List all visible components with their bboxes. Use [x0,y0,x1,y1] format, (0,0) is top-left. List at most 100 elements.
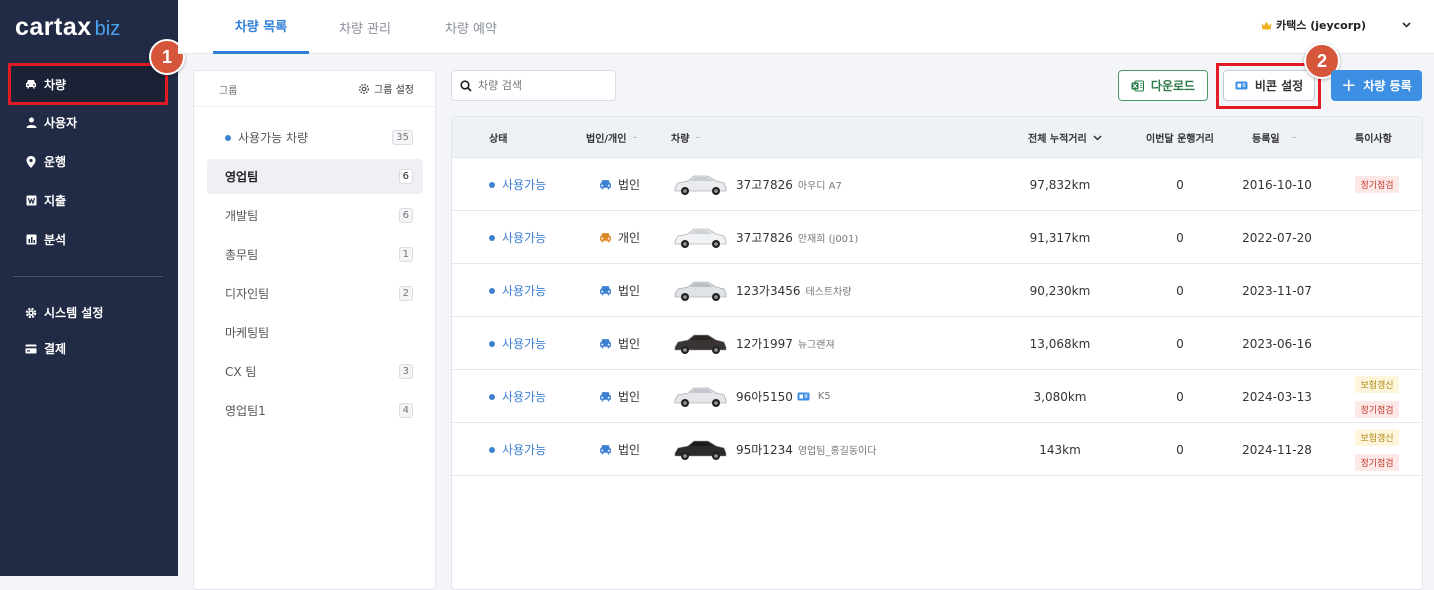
gear-icon [358,83,370,95]
table-row[interactable]: 사용가능 법인 12가1997 뉴그랜져 13,068km 0 2023-06-16 [452,317,1422,370]
chart-icon [25,234,37,246]
vehicle-cell[interactable]: 95마1234 영업팀_홍길동이다 [672,423,876,476]
status-cell: 사용가능 [489,211,546,264]
user-menu[interactable]: 카택스 (jeycorp) [1261,17,1411,33]
date-text: 2023-11-07 [1242,283,1312,298]
sidebar-item-vehicles[interactable]: 차량 [8,63,168,105]
col-registered[interactable]: 등록일 – [1252,117,1297,158]
vehicle-search[interactable] [451,70,616,101]
col-mileage[interactable]: 전체 누적거리 [1028,117,1102,158]
sidebar-item-label: 사용자 [44,116,78,130]
car-icon [599,391,612,402]
col-ownership[interactable]: 법인/개인 – [586,117,637,158]
excel-icon [1131,80,1144,92]
ownership-text: 법인 [618,390,641,404]
plate-number: 96아5150 [736,390,793,404]
car-icon [599,232,612,243]
tab-vehicle-management[interactable]: 차량 관리 [324,0,406,54]
table-row[interactable]: 사용가능 법인 96아5150 K5 3,080km 0 2024-03-13 보험갱신 정기점… [452,370,1422,423]
table-row[interactable]: 사용가능 개인 37고7826 안재희 (j001) 91,317km 0 2022-07-… [452,211,1422,264]
car-photo [672,226,728,250]
vehicle-cell[interactable]: 96아5150 K5 [672,370,831,423]
group-panel-header: 그룹 그룹 설정 [194,71,435,107]
card-icon [25,343,37,355]
sidebar-item-analytics[interactable]: 분석 [0,220,178,259]
col-notes: 특이사항 [1355,117,1392,158]
group-settings-button[interactable]: 그룹 설정 [358,81,414,96]
sort-icon: – [1291,132,1297,143]
receipt-icon [25,195,37,207]
beacon-settings-button[interactable]: 비콘 설정 [1223,70,1315,101]
table-row[interactable]: 사용가능 법인 37고7826 아우디 A7 97,832km 0 2016-10-10 정기… [452,158,1422,211]
col-label: 법인/개인 [586,134,627,145]
tab-vehicle-reservation[interactable]: 차량 예약 [430,0,512,54]
vehicle-cell[interactable]: 37고7826 아우디 A7 [672,158,842,211]
register-label: 차량 등록 [1363,79,1412,93]
group-item-label: 사용가능 차량 [238,131,309,145]
vehicle-cell[interactable]: 12가1997 뉴그랜져 [672,317,835,370]
sidebar-item-trips[interactable]: 운행 [0,142,178,181]
status-dot [489,340,495,347]
note-tag: 정기점검 [1355,176,1399,193]
date-text: 2022-07-20 [1242,230,1312,245]
mileage-cell: 90,230km [1020,264,1100,317]
col-label: 등록일 [1252,134,1280,145]
beacon-icon [797,392,810,401]
group-item-label: 영업팀1 [225,404,266,418]
vehicle-nickname: K5 [817,391,831,402]
col-monthly: 이번달 운행거리 [1146,117,1214,158]
person-icon [25,117,37,129]
tab-vehicle-list[interactable]: 차량 목록 [213,0,309,54]
group-item-sales[interactable]: 영업팀 6 [207,159,423,194]
group-item-sales1[interactable]: 영업팀1 4 [207,393,423,428]
download-button[interactable]: 다운로드 [1118,70,1208,101]
sidebar-item-system-settings[interactable]: 시스템 설정 [0,293,178,332]
mileage-cell: 91,317km [1020,211,1100,264]
search-input[interactable] [478,79,608,92]
group-item-dev[interactable]: 개발팀 6 [207,198,423,233]
group-item-available[interactable]: 사용가능 차량 35 [207,120,423,155]
group-item-cx[interactable]: CX 팀 3 [207,354,423,389]
ownership-cell: 법인 [599,423,640,476]
status-cell: 사용가능 [489,264,546,317]
mileage-text: 90,230km [1029,283,1091,298]
sidebar-item-users[interactable]: 사용자 [0,103,178,142]
sidebar-item-payment[interactable]: 결제 [0,329,178,368]
monthly-cell: 0 [1170,423,1190,476]
crown-icon [1261,21,1272,30]
group-item-marketing[interactable]: 마케팅팀 [207,315,423,350]
register-vehicle-button[interactable]: + 차량 등록 [1331,70,1422,101]
mileage-cell: 13,068km [1020,317,1100,370]
group-settings-label: 그룹 설정 [374,85,414,96]
table-row[interactable]: 사용가능 법인 123가3456 테스트차량 90,230km 0 2023-11-07 [452,264,1422,317]
table-row[interactable]: 사용가능 법인 95마1234 영업팀_홍길동이다 143km 0 2024-11-28 보험… [452,423,1422,476]
beacon-icon [1235,81,1248,90]
group-item-label: 개발팀 [225,209,259,223]
car-icon [599,444,612,455]
date-cell: 2023-11-07 [1237,264,1317,317]
status-dot [489,234,495,241]
car-icon [599,285,612,296]
mileage-text: 143km [1039,442,1081,457]
group-item-design[interactable]: 디자인팀 2 [207,276,423,311]
logo-sub: biz [94,18,121,40]
vehicle-cell[interactable]: 123가3456 테스트차량 [672,264,851,317]
logo[interactable]: cartax biz [15,13,121,41]
monthly-text: 0 [1176,177,1184,192]
logo-main: cartax [15,13,92,41]
monthly-text: 0 [1176,230,1184,245]
col-vehicle[interactable]: 차량 – [671,117,700,158]
status-text: 사용가능 [502,284,547,298]
sidebar-item-label: 운행 [44,155,67,169]
status-text: 사용가능 [502,443,547,457]
col-label: 상태 [489,134,508,145]
table-header: 상태 법인/개인 – 차량 – 전체 누적거리 이번달 운행거리 등록일 – 특이사항 [452,117,1422,158]
group-item-general[interactable]: 총무팀 1 [207,237,423,272]
car-photo [672,173,728,197]
monthly-cell: 0 [1170,370,1190,423]
sidebar: cartax biz 차량 사용자 운행 지출 분석 시스템 설정 결제 [0,0,178,576]
sidebar-item-expenses[interactable]: 지출 [0,181,178,220]
vehicle-nickname: 아우디 A7 [797,181,842,192]
plus-icon: + [1341,74,1357,96]
vehicle-cell[interactable]: 37고7826 안재희 (j001) [672,211,858,264]
